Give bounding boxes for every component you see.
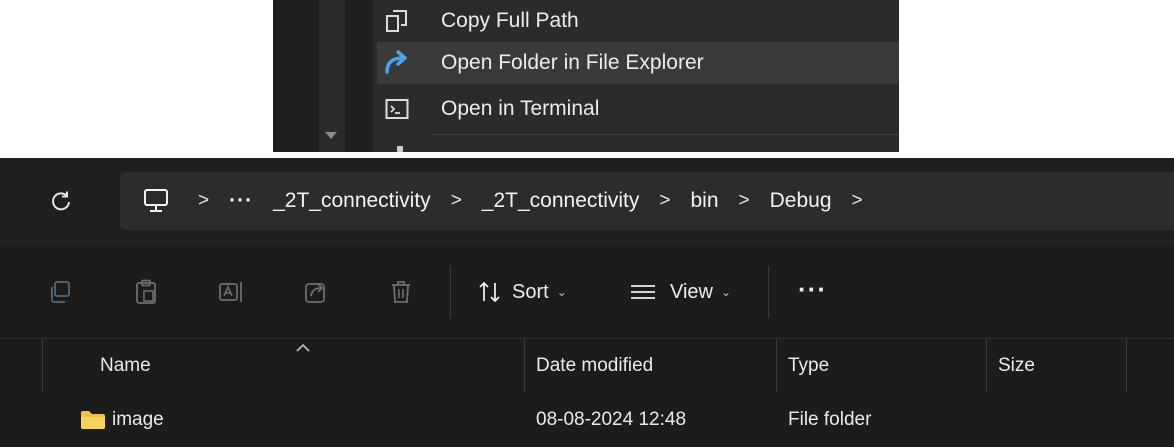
menu-item-label: Open in Terminal xyxy=(441,97,600,120)
view-lines-icon xyxy=(631,285,655,299)
copy-path-icon xyxy=(377,0,417,42)
column-divider[interactable] xyxy=(1126,339,1127,393)
menu-item-copy-full-path[interactable]: Copy Full Path xyxy=(377,0,899,42)
breadcrumb-chevron-icon[interactable]: > xyxy=(451,190,462,212)
editor-scrollbar[interactable] xyxy=(319,0,345,152)
column-header-name[interactable]: Name xyxy=(100,339,151,393)
rename-button[interactable] xyxy=(218,274,246,310)
open-folder-arrow-icon xyxy=(377,42,417,84)
menu-item-label: Open Folder in File Explorer xyxy=(441,51,704,74)
rename-icon xyxy=(219,282,242,302)
file-name[interactable]: image xyxy=(112,409,164,431)
paste-icon xyxy=(136,279,156,304)
breadcrumb-chevron-icon[interactable]: > xyxy=(198,190,209,212)
menu-item-label: Copy Full Path xyxy=(441,9,579,32)
table-row[interactable]: image 08-08-2024 12:48 File folder xyxy=(0,393,1174,447)
copy-icon xyxy=(51,281,70,303)
breadcrumb-chevron-icon[interactable]: > xyxy=(739,190,750,212)
copy-button[interactable] xyxy=(48,274,72,310)
menu-separator xyxy=(433,134,899,135)
column-header-type[interactable]: Type xyxy=(788,339,829,393)
breadcrumb-chevron-icon[interactable]: > xyxy=(852,190,863,212)
paste-button[interactable] xyxy=(134,274,158,310)
breadcrumb-item[interactable]: _2T_connectivity xyxy=(482,189,640,213)
type-cell: File folder xyxy=(788,409,872,430)
view-button[interactable]: View ⌄ xyxy=(630,274,731,310)
breadcrumb-item[interactable]: Debug xyxy=(770,189,832,213)
sort-ascending-icon xyxy=(296,343,310,352)
date-modified-cell: 08-08-2024 12:48 xyxy=(536,409,687,430)
folder-icon xyxy=(81,411,105,429)
chevron-down-icon: ⌄ xyxy=(556,285,567,299)
breadcrumb-item[interactable]: _2T_connectivity xyxy=(273,189,431,213)
share-button[interactable] xyxy=(304,274,328,310)
sort-arrows-icon xyxy=(479,281,500,303)
column-header-date-modified[interactable]: Date modified xyxy=(536,339,653,393)
column-header-size[interactable]: Size xyxy=(998,339,1035,393)
toolbar-divider xyxy=(768,266,769,318)
context-menu: Copy Full Path Open Folder in File Explo… xyxy=(273,0,899,152)
column-divider[interactable] xyxy=(524,339,525,393)
command-bar: Sort ⌄ View ⌄ ··· xyxy=(0,246,1174,339)
file-name-cell[interactable]: image xyxy=(80,393,164,447)
address-bar-area: > ··· _2T_connectivity > _2T_connectivit… xyxy=(0,158,1174,246)
trash-icon xyxy=(392,281,410,303)
sort-label: Sort xyxy=(512,280,549,303)
menu-item-open-in-terminal[interactable]: Open in Terminal xyxy=(377,88,899,130)
delete-button[interactable] xyxy=(390,274,412,310)
next-item-icon xyxy=(397,146,403,152)
share-icon xyxy=(305,283,325,303)
refresh-button[interactable] xyxy=(46,186,76,216)
breadcrumb-overflow[interactable]: ··· xyxy=(229,189,253,213)
column-header-row: Name Date modified Type Size xyxy=(0,339,1174,393)
column-divider[interactable] xyxy=(776,339,777,393)
column-divider[interactable] xyxy=(42,339,43,393)
menu-item-open-folder-in-file-explorer[interactable]: Open Folder in File Explorer xyxy=(377,42,899,84)
file-explorer-window: > ··· _2T_connectivity > _2T_connectivit… xyxy=(0,158,1174,447)
address-breadcrumb[interactable]: > ··· _2T_connectivity > _2T_connectivit… xyxy=(120,172,1174,230)
toolbar-divider xyxy=(450,266,451,318)
terminal-icon xyxy=(377,88,417,130)
sort-button[interactable]: Sort ⌄ xyxy=(478,274,567,310)
column-divider[interactable] xyxy=(986,339,987,393)
view-label: View xyxy=(670,280,713,303)
more-options-button[interactable]: ··· xyxy=(798,276,827,302)
breadcrumb-chevron-icon[interactable]: > xyxy=(659,190,670,212)
this-pc-icon[interactable] xyxy=(142,188,170,214)
breadcrumb-item[interactable]: bin xyxy=(691,189,719,213)
chevron-down-icon: ⌄ xyxy=(721,285,732,299)
refresh-icon xyxy=(52,191,70,211)
scroll-down-arrow-icon[interactable] xyxy=(325,132,337,139)
